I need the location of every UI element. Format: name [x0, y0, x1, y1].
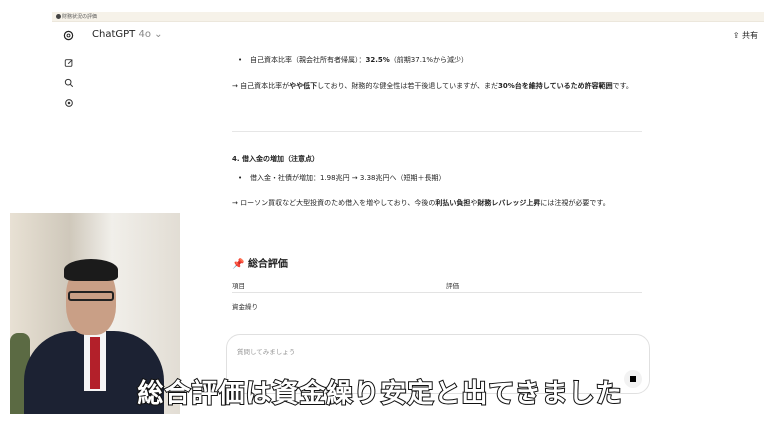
- tab-favicon-icon: [56, 14, 61, 19]
- debt-note: → ローソン買収など大型投資のため借入を増やしており、今後の利払い負担や財務レバ…: [232, 199, 610, 207]
- chevron-down-icon: ⌄: [154, 29, 163, 40]
- video-subtitle: 総合評価は資金繰り安定と出てきました: [136, 378, 623, 410]
- composer-placeholder: 質問してみましょう: [237, 348, 296, 356]
- table-header-rating: 評価: [446, 282, 459, 290]
- glasses: [68, 291, 114, 301]
- overall-evaluation-title: 📌 総合評価: [232, 259, 288, 270]
- new-chat-icon[interactable]: [63, 58, 74, 69]
- browser-tab[interactable]: 財務状況の評価: [52, 12, 764, 22]
- model-selector[interactable]: ChatGPT 4o ⌄: [92, 29, 163, 40]
- table-header-item: 項目: [232, 282, 245, 290]
- section-4-title: 4. 借入金の増加（注意点）: [232, 155, 319, 163]
- search-icon[interactable]: [63, 78, 74, 89]
- model-version: 4o: [138, 29, 151, 40]
- table-divider: [232, 292, 642, 293]
- pin-icon: 📌: [232, 259, 245, 270]
- model-name: ChatGPT: [92, 29, 136, 40]
- equity-prefix: 自己資本比率（親会社所有者帰属）：: [250, 56, 366, 64]
- screen: 財務状況の評価 ChatGPT 4o ⌄ ⇪ 共有 自己資本比率（親会社所有者帰…: [0, 0, 764, 422]
- chat-header: ChatGPT 4o ⌄ ⇪ 共有: [84, 22, 764, 50]
- gpts-icon[interactable]: [63, 98, 74, 109]
- table-cell: 資金繰り: [232, 303, 258, 311]
- equity-suffix: （前期37.1%から減少）: [389, 56, 469, 64]
- share-label: 共有: [742, 31, 758, 40]
- share-button[interactable]: ⇪ 共有: [733, 30, 758, 41]
- tab-title: 財務状況の評価: [62, 14, 98, 20]
- openai-logo-icon[interactable]: [63, 30, 74, 41]
- section-divider: [232, 131, 642, 132]
- equity-value: 32.5%: [365, 56, 390, 64]
- share-icon: ⇪: [732, 31, 740, 40]
- equity-note: → 自己資本比率がやや低下しており、財務的な健全性は若干後退していますが、まだ3…: [232, 82, 633, 90]
